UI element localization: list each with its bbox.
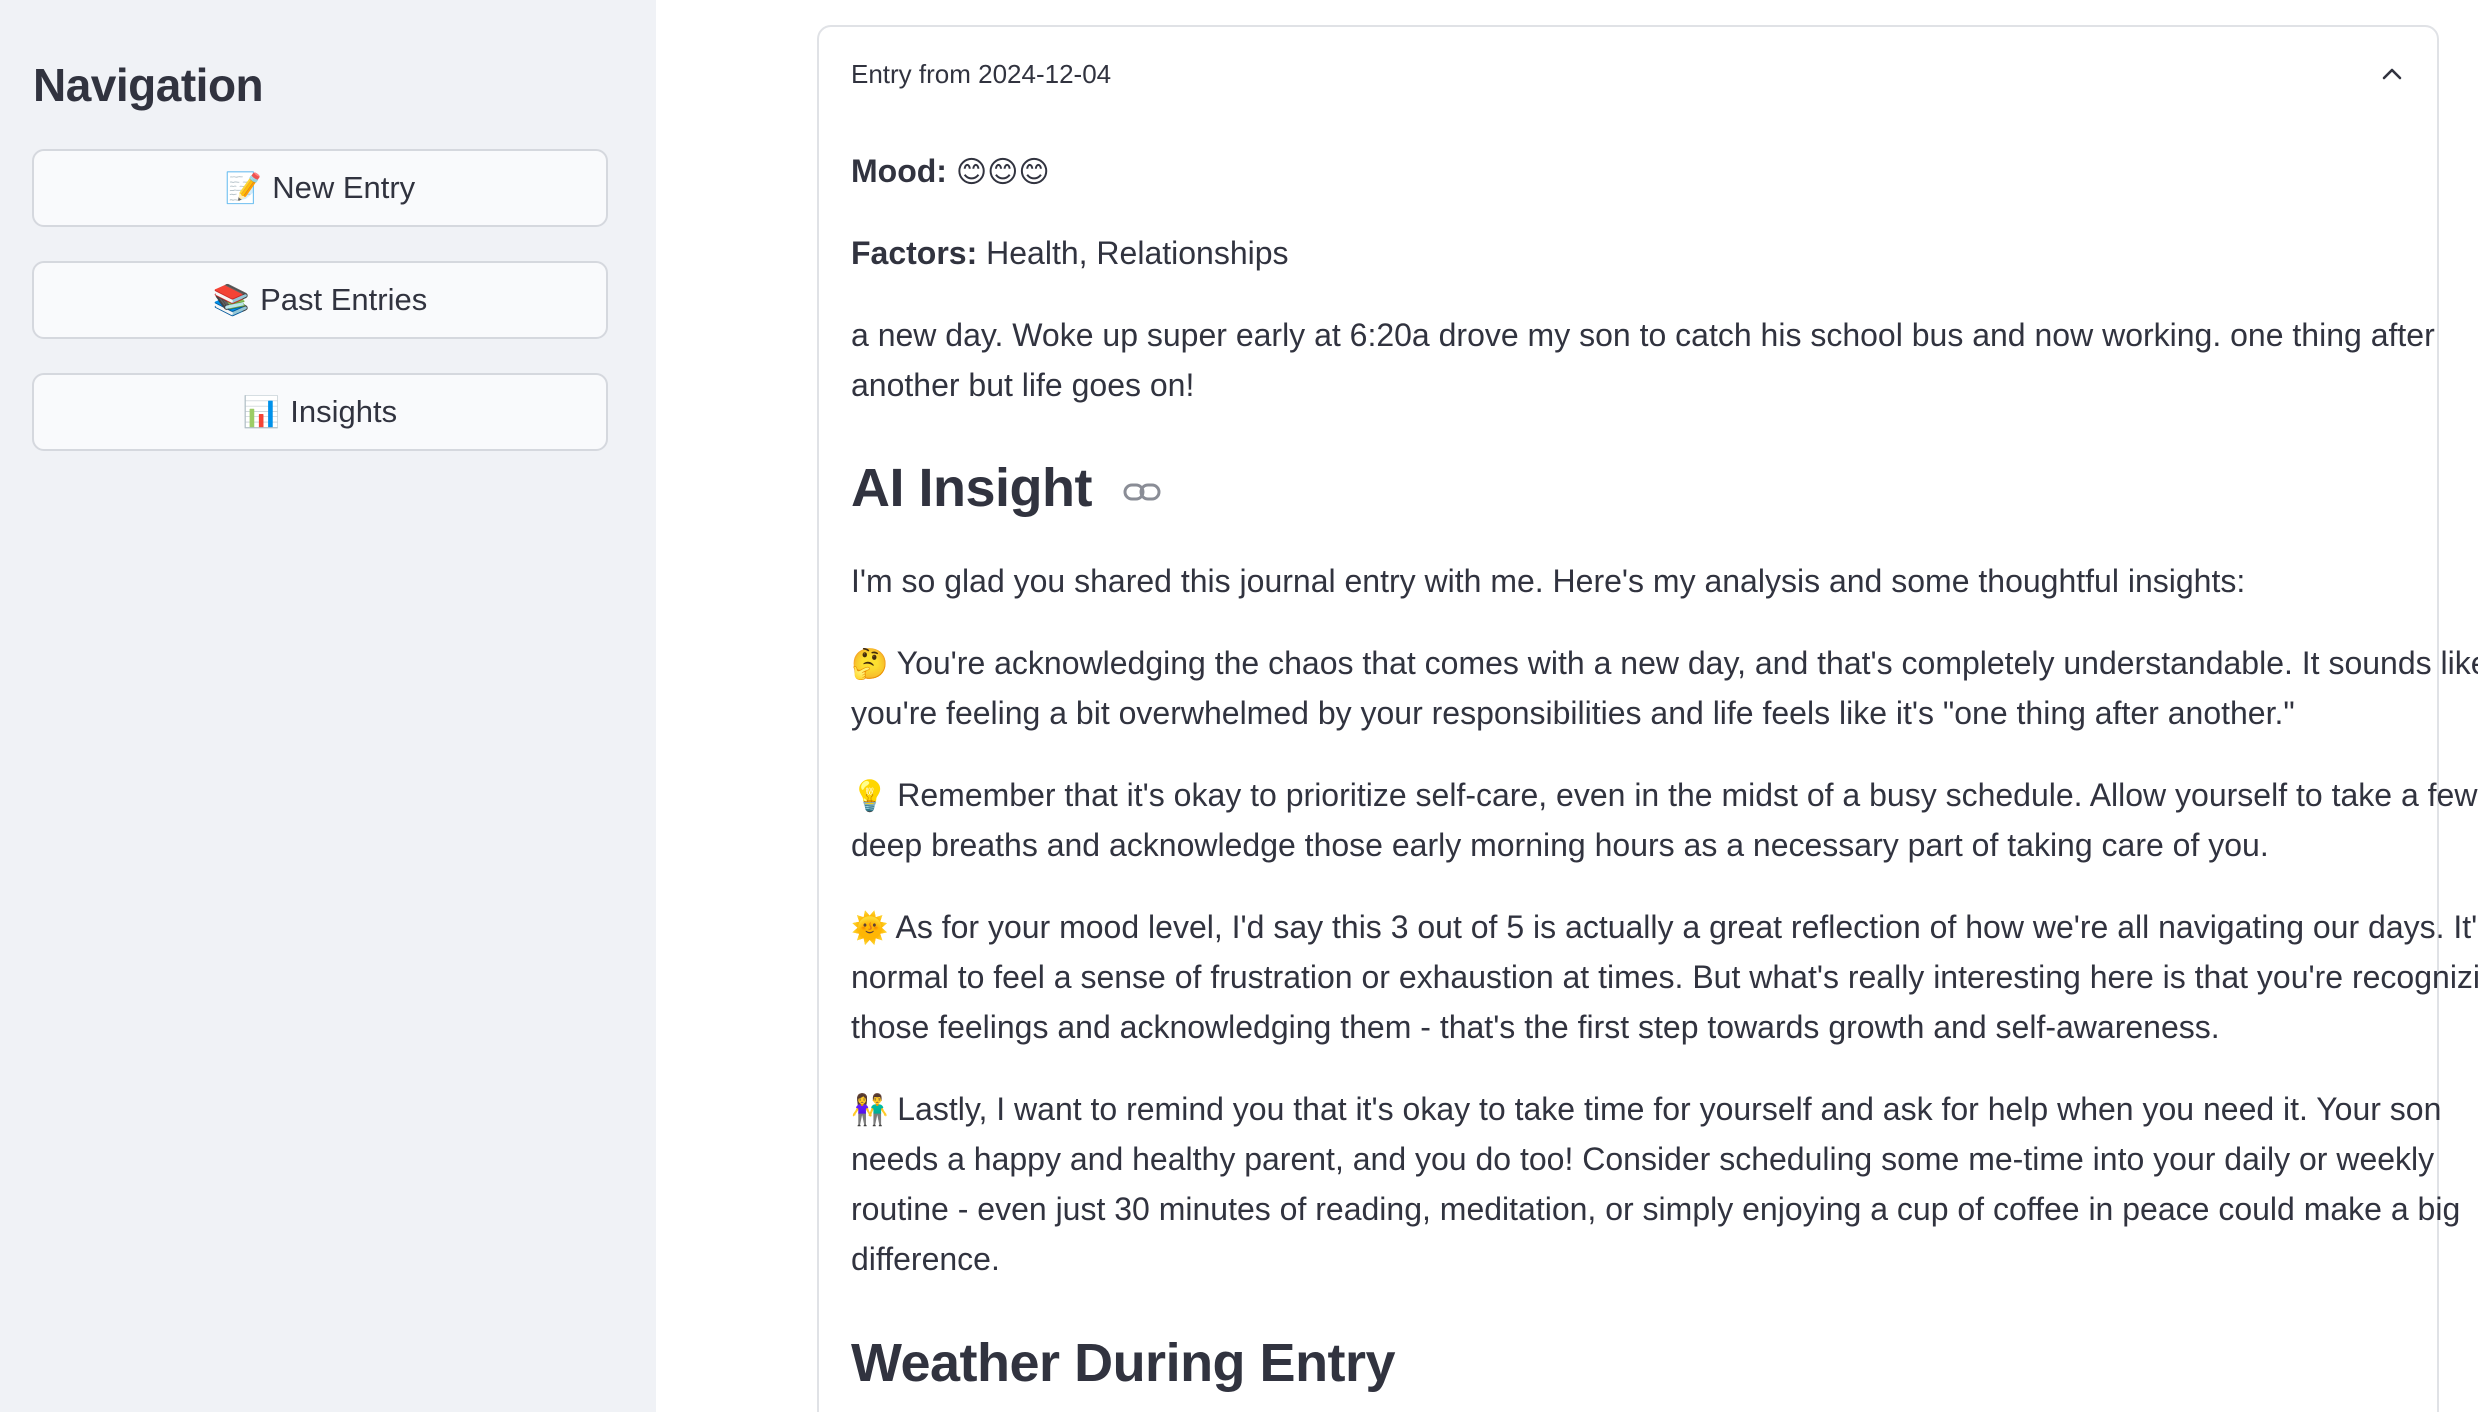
- insights-button[interactable]: 📊 Insights: [32, 373, 608, 451]
- entry-expander: Entry from 2024-12-04 Mood: 😊😊😊 Factors:…: [817, 25, 2478, 1412]
- thinking-face-icon: 🤔: [851, 647, 889, 682]
- app-root: Navigation 📝 New Entry 📚 Past Entries 📊 …: [0, 0, 2478, 1412]
- new-entry-label: New Entry: [272, 170, 416, 205]
- insight-p1-line-1: 🤔 You're acknowledging the chaos that co…: [851, 638, 2478, 690]
- new-entry-button[interactable]: 📝 New Entry: [32, 149, 608, 227]
- sidebar-title: Navigation: [33, 59, 264, 111]
- insight-p3-line-3: those feelings and acknowledging them - …: [851, 1009, 2220, 1045]
- weather-heading: Weather During Entry: [851, 1333, 1396, 1393]
- past-entries-label: Past Entries: [260, 282, 428, 317]
- factors-row: Factors: Health, Relationships: [851, 228, 1289, 278]
- light-bulb-icon: 💡: [851, 779, 889, 814]
- chevron-up-icon[interactable]: [2381, 63, 2403, 85]
- mood-smileys-icon: 😊😊😊: [955, 155, 1050, 190]
- insight-p3-text-1: As for your mood level, I'd say this 3 o…: [895, 909, 2478, 945]
- mood-row: Mood: 😊😊😊: [851, 146, 1050, 198]
- entry-date-title: Entry from 2024-12-04: [851, 59, 1112, 89]
- link-icon[interactable]: [1123, 480, 1161, 504]
- books-icon: 📚: [212, 282, 251, 318]
- sun-icon: 🌞: [851, 911, 889, 946]
- factors-value: Health, Relationships: [986, 235, 1289, 271]
- insight-p2-text-1: Remember that it's okay to prioritize se…: [897, 777, 2478, 813]
- couple-icon: 👫: [851, 1093, 889, 1128]
- main-content: Entry from 2024-12-04 Mood: 😊😊😊 Factors:…: [656, 0, 2478, 1412]
- insight-p2-line-1: 💡 Remember that it's okay to prioritize …: [851, 770, 2477, 822]
- memo-icon: 📝: [224, 170, 263, 206]
- ai-intro: I'm so glad you shared this journal entr…: [851, 563, 2246, 599]
- entry-text-line-1: a new day. Woke up super early at 6:20a …: [851, 317, 2435, 353]
- insight-p4-line-2: needs a happy and healthy parent, and yo…: [851, 1141, 2435, 1177]
- insight-p4-text-1: Lastly, I want to remind you that it's o…: [897, 1091, 2442, 1127]
- bar-chart-icon: 📊: [242, 394, 281, 430]
- ai-insight-title: AI Insight: [851, 458, 1092, 518]
- insights-label: Insights: [290, 394, 398, 429]
- insight-p3-line-1: 🌞 As for your mood level, I'd say this 3…: [851, 902, 2478, 954]
- insight-p2-line-2: deep breaths and acknowledge those early…: [851, 827, 2269, 863]
- past-entries-button[interactable]: 📚 Past Entries: [32, 261, 608, 339]
- insight-p3-line-2: normal to feel a sense of frustration or…: [851, 959, 2478, 995]
- insight-p4-line-1: 👫 Lastly, I want to remind you that it's…: [851, 1084, 2441, 1136]
- insight-p1-line-2: you're feeling a bit overwhelmed by your…: [851, 695, 2295, 731]
- factors-label: Factors:: [851, 235, 978, 271]
- expander-header[interactable]: Entry from 2024-12-04: [819, 27, 2437, 122]
- insight-p1-text-1: You're acknowledging the chaos that come…: [896, 645, 2478, 681]
- insight-p4-line-3: routine - even just 30 minutes of readin…: [851, 1191, 2461, 1227]
- sidebar: Navigation 📝 New Entry 📚 Past Entries 📊 …: [0, 0, 656, 1412]
- mood-label: Mood:: [851, 153, 947, 189]
- entry-text-line-2: another but life goes on!: [851, 367, 1195, 403]
- ai-insight-heading: AI Insight: [851, 457, 1161, 519]
- insight-p4-line-4: difference.: [851, 1241, 1000, 1277]
